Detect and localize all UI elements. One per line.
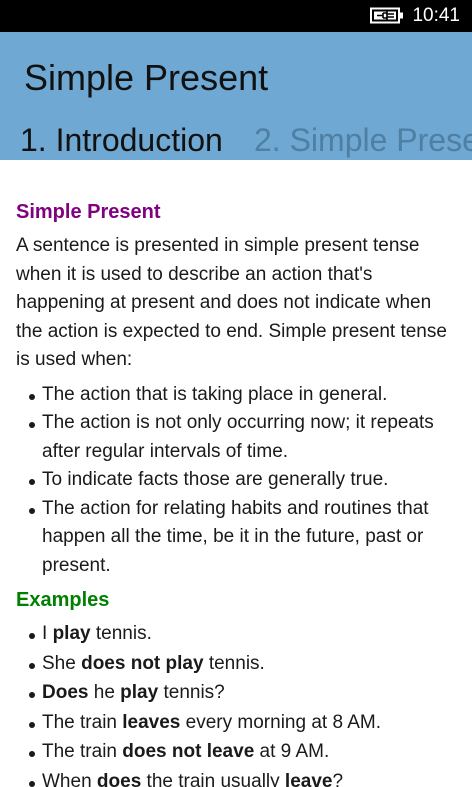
list-item-text: The action that is taking place in gener… [42,383,388,405]
example-item: I play tennis. [16,620,458,649]
status-bar: 10:41 [0,0,472,32]
example-item: Does he play tennis? [16,679,458,708]
bullet-icon [29,422,35,428]
list-item: The action is not only occurring now; it… [16,409,458,466]
example-item: When does the train usually leave? [16,768,458,787]
bullet-icon [29,662,35,669]
app-header: Simple Present 1. Introduction 2. Simple… [0,32,472,160]
bullet-icon [29,721,35,728]
bullet-icon [29,393,35,400]
clock: 10:41 [412,5,460,26]
bullet-icon [29,633,35,639]
list-item: To indicate facts those are generally tr… [16,466,458,495]
list-item-text: The action is not only occurring now; it… [42,412,434,462]
list-item-text: The action for relating habits and routi… [42,497,429,576]
examples-heading: Examples [16,589,110,611]
tab-introduction[interactable]: 1. Introduction [20,118,223,160]
bullet-icon [29,751,35,757]
battery-charging-icon [370,7,403,24]
intro-paragraph: A sentence is presented in simple presen… [16,235,447,370]
list-item: The action that is taking place in gener… [16,381,458,410]
uses-list: The action that is taking place in gener… [16,381,458,581]
tab-simple-present[interactable]: 2. Simple Present [254,118,472,160]
example-item: The train leaves every morning at 8 AM. [16,709,458,738]
bullet-icon [29,780,35,787]
bullet-icon [29,479,35,485]
example-item: The train does not leave at 9 AM. [16,738,458,767]
section-heading: Simple Present [16,201,161,223]
list-item: The action for relating habits and routi… [16,495,458,581]
example-item: She does not play tennis. [16,650,458,679]
bullet-icon [29,507,35,514]
list-item-text: To indicate facts those are generally tr… [42,469,389,490]
examples-list: I play tennis. She does not play tennis.… [16,620,458,787]
bullet-icon [29,692,35,698]
lesson-content[interactable]: Simple Present A sentence is presented i… [0,160,472,787]
app-title: Simple Present [24,57,269,98]
